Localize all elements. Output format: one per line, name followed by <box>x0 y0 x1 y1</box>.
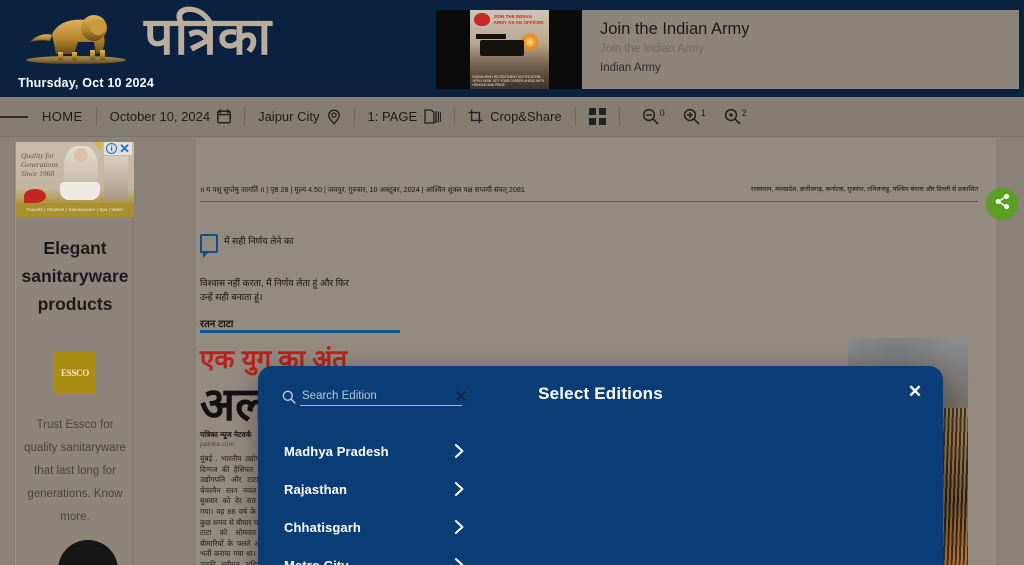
share-button[interactable] <box>986 188 1018 220</box>
toolbar-grid-view-button[interactable] <box>576 97 619 137</box>
brand-block[interactable]: पत्रिका Thursday, Oct 10 2024 <box>8 4 428 96</box>
toolbar-zoom-in-2-button[interactable]: 2 <box>724 108 747 125</box>
quote-line-2: विश्वास नहीं करता, मैं निर्णय लेता हूं औ… <box>200 278 349 302</box>
location-pin-icon <box>327 108 341 125</box>
toolbar-date-picker[interactable]: October 10, 2024 <box>97 97 244 137</box>
toolbar-zoom-in-2-level: 2 <box>741 107 747 118</box>
zoom-in-icon <box>683 108 700 125</box>
masthead-left-text: ॥ य पशु सुप्तेषु जागर्ति ॥ | पृष्ठ 28 | … <box>200 185 525 194</box>
toolbar-zoom-out-button[interactable]: 0 <box>642 108 665 125</box>
sidebar-ad-logo-text: ESSCO <box>60 368 89 378</box>
top-ad-banner[interactable]: JOIN THE INDIAN ARMY AS AN OFFICER INDIA… <box>436 10 1019 89</box>
quote-line-1: में सही निर्णय लेने का <box>224 236 294 246</box>
main-toolbar: HOME October 10, 2024 Jaipur City 1: PAG… <box>0 97 1024 137</box>
close-icon[interactable]: ✕ <box>119 142 130 155</box>
newspaper-rule <box>200 330 400 333</box>
chevron-right-icon <box>454 444 465 459</box>
adchoices-triangle-icon <box>93 142 102 151</box>
top-ad-thumb-footer: INDIAN ARMY RECRUITMENT NOTIFICATION - A… <box>472 75 545 87</box>
toolbar-page-selector[interactable]: 1: PAGE <box>355 97 455 137</box>
edition-item-chhatisgarh[interactable]: Chhatisgarh <box>258 508 478 546</box>
lion-emblem-icon <box>22 8 130 70</box>
top-ad-advertiser: Indian Army <box>600 62 661 74</box>
sidebar-ad-decor <box>58 540 118 565</box>
toolbar-city-selector[interactable]: Jaipur City <box>245 97 353 137</box>
sidebar-ad-banner-strip: Faucets | Showers | Sanitaryware | Spa |… <box>26 207 124 212</box>
edition-list: Madhya Pradesh Rajasthan Chhatisgarh Met… <box>258 432 478 565</box>
zoom-in-icon <box>724 108 741 125</box>
sidebar-ad-headline: Elegant sanitaryware products <box>21 238 129 314</box>
chevron-right-icon <box>454 520 465 535</box>
toolbar-crop-label: Crop&Share <box>490 109 562 124</box>
edition-item-rajasthan[interactable]: Rajasthan <box>258 470 478 508</box>
toolbar-home-label: HOME <box>42 109 83 124</box>
top-ad-subline: Join the Indian Army <box>600 43 705 55</box>
edition-item-madhya-pradesh[interactable]: Madhya Pradesh <box>258 432 478 470</box>
chevron-right-icon <box>454 482 465 497</box>
sidebar-ad[interactable]: Quality for Generations Since 1960 Fauce… <box>15 142 134 565</box>
sidebar-ad-banner-text: Quality for Generations Since 1960 <box>21 151 59 178</box>
modal-title: Select Editions <box>538 384 663 403</box>
pages-icon <box>424 109 442 124</box>
edition-item-label: Madhya Pradesh <box>284 443 389 459</box>
edition-item-label: Metro City <box>284 557 349 565</box>
masthead-right-text: राजस्थान, मध्यप्रदेश, छत्तीसगढ़, कर्नाटक… <box>750 186 978 193</box>
quote-author: रतन टाटा <box>200 319 234 330</box>
sidebar-ad-logo: ESSCO <box>54 352 96 394</box>
newspaper-byline-site: patrika.com <box>200 441 235 448</box>
newspaper-byline: पत्रिका न्यूज नेटवर्क <box>200 430 252 439</box>
toolbar-zoom-in-1-level: 1 <box>700 107 706 118</box>
calendar-icon <box>217 109 232 124</box>
app-root: पत्रिका Thursday, Oct 10 2024 JOIN THE I… <box>0 0 1024 565</box>
grid-view-icon <box>588 108 606 125</box>
select-editions-modal: ✕ Select Editions ✕ Madhya Pradesh Rajas… <box>258 366 943 565</box>
site-header: पत्रिका Thursday, Oct 10 2024 JOIN THE I… <box>0 0 1024 97</box>
quote-mark-icon <box>200 234 218 258</box>
edition-item-metro-city[interactable]: Metro City <box>258 546 478 565</box>
brand-wordmark: पत्रिका <box>144 7 273 67</box>
top-ad-thumb-title: JOIN THE INDIAN ARMY AS AN OFFICER <box>493 14 544 25</box>
toolbar-zoom-out-level: 0 <box>659 107 665 118</box>
crop-icon <box>468 109 483 124</box>
page-body: Quality for Generations Since 1960 Fauce… <box>0 138 1024 565</box>
adchoices-info-icon[interactable]: i <box>106 143 118 154</box>
toolbar-zoom-in-1-button[interactable]: 1 <box>683 108 706 125</box>
chevron-right-icon <box>454 558 465 565</box>
newspaper-masthead: ॥ य पशु सुप्तेषु जागर्ति ॥ | पृष्ठ 28 | … <box>200 184 978 202</box>
edition-item-label: Chhatisgarh <box>284 519 361 535</box>
toolbar-date-label: October 10, 2024 <box>109 109 211 124</box>
share-icon <box>994 193 1011 215</box>
toolbar-page-label: 1: PAGE <box>367 109 418 124</box>
hamburger-menu-icon[interactable] <box>0 113 28 120</box>
close-icon[interactable]: ✕ <box>905 382 925 402</box>
toolbar-city-label: Jaipur City <box>258 109 320 124</box>
sidebar-ad-body: Trust Essco for quality sanitaryware tha… <box>24 419 126 523</box>
header-date: Thursday, Oct 10 2024 <box>18 76 154 90</box>
top-ad-thumbnail: JOIN THE INDIAN ARMY AS AN OFFICER INDIA… <box>436 10 582 89</box>
top-ad-headline: Join the Indian Army <box>600 20 750 38</box>
edition-item-label: Rajasthan <box>284 481 348 497</box>
toolbar-crop-share-button[interactable]: Crop&Share <box>455 97 575 137</box>
zoom-out-icon <box>642 108 659 125</box>
toolbar-home-button[interactable]: HOME <box>28 97 96 137</box>
